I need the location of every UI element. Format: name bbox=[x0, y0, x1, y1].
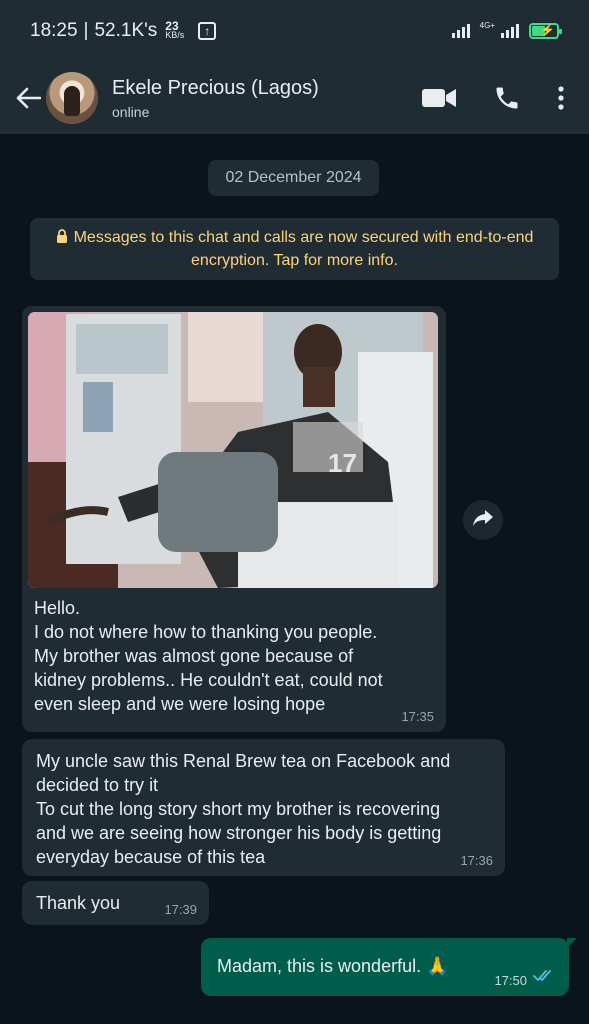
status-bar: 18:25 | 52.1K's 23 KB/s ↑ 4G+ ⚡ bbox=[0, 0, 589, 62]
incoming-message[interactable]: My uncle saw this Renal Brew tea on Face… bbox=[22, 739, 505, 876]
status-left: 18:25 | 52.1K's 23 KB/s ↑ bbox=[30, 20, 217, 42]
forward-button[interactable] bbox=[463, 500, 503, 540]
encryption-notice-text: Messages to this chat and calls are now … bbox=[73, 228, 534, 269]
forward-icon bbox=[472, 509, 494, 532]
message-text: Hello. I do not where how to thanking yo… bbox=[34, 598, 383, 714]
message-time: 17:39 bbox=[164, 902, 197, 917]
status-separator: | bbox=[83, 20, 89, 41]
phone-call-icon[interactable] bbox=[493, 84, 521, 112]
contact-status: online bbox=[112, 103, 150, 120]
back-arrow-icon[interactable] bbox=[14, 84, 42, 112]
message-photo[interactable]: 17 bbox=[28, 312, 438, 588]
network-type-label: 4G+ bbox=[479, 20, 495, 30]
header-actions bbox=[421, 84, 575, 112]
contact-name: Ekele Precious (Lagos) bbox=[112, 76, 319, 99]
read-receipt-icon bbox=[533, 969, 555, 988]
battery-icon: ⚡ bbox=[529, 23, 562, 39]
outgoing-message[interactable]: Madam, this is wonderful. 🙏 17:50 bbox=[201, 938, 577, 996]
chat-header: Ekele Precious (Lagos) online bbox=[0, 62, 589, 134]
contact-info[interactable]: Ekele Precious (Lagos) online bbox=[112, 77, 319, 120]
svg-text:17: 17 bbox=[328, 448, 357, 478]
message-time: 17:36 bbox=[460, 853, 493, 868]
network-speed: 23 KB/s bbox=[165, 20, 185, 40]
more-options-icon[interactable] bbox=[557, 85, 565, 111]
upload-notification-icon: ↑ bbox=[198, 22, 217, 40]
status-time: 18:25 bbox=[30, 20, 78, 41]
status-right: 4G+ ⚡ bbox=[451, 20, 562, 39]
incoming-message[interactable]: Thank you 17:39 bbox=[22, 881, 209, 925]
incoming-image-message[interactable]: 17 Hello. I do not where how to thanking… bbox=[22, 306, 446, 732]
date-chip: 02 December 2024 bbox=[208, 160, 379, 196]
contact-avatar[interactable] bbox=[46, 72, 98, 124]
wifi-signal-icon bbox=[451, 24, 470, 38]
encryption-notice[interactable]: Messages to this chat and calls are now … bbox=[30, 218, 559, 280]
video-call-icon[interactable] bbox=[421, 87, 457, 109]
cell-signal-icon bbox=[501, 24, 519, 38]
status-data-usage: 52.1K's bbox=[94, 20, 158, 41]
message-time: 17:35 bbox=[401, 709, 434, 724]
message-time: 17:50 bbox=[494, 973, 527, 988]
message-text: My uncle saw this Renal Brew tea on Face… bbox=[36, 751, 451, 867]
speed-unit: KB/s bbox=[165, 30, 185, 40]
lock-icon bbox=[56, 228, 68, 250]
